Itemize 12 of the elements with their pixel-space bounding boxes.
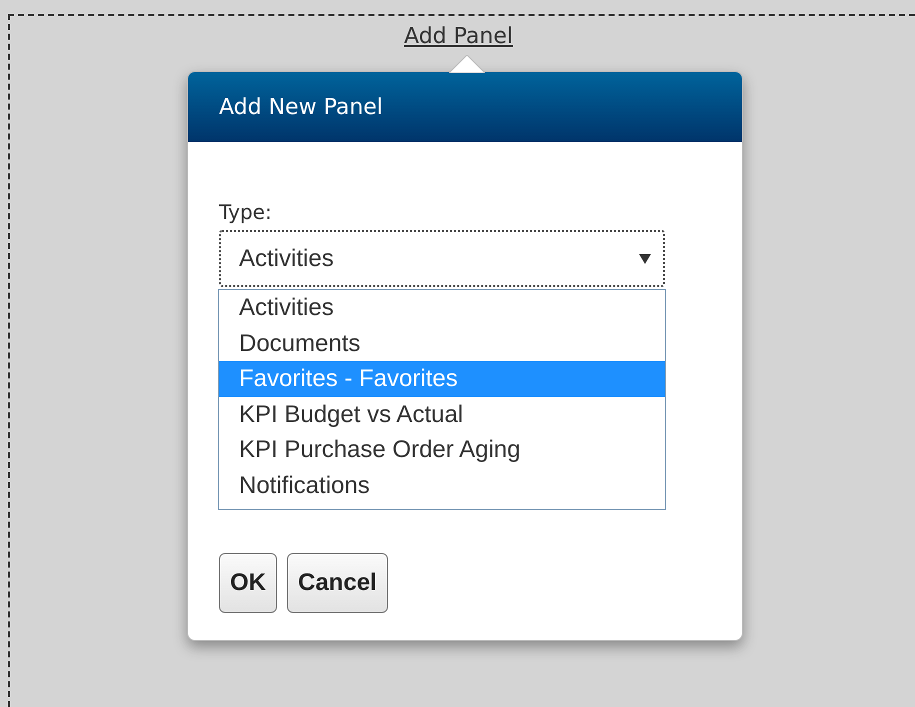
option-item[interactable]: Notifications bbox=[219, 468, 665, 503]
type-select[interactable]: Activities bbox=[219, 230, 665, 287]
option-item[interactable]: KPI Purchase Order Aging bbox=[219, 432, 665, 468]
dialog-button[interactable]: OK bbox=[219, 553, 277, 613]
dialog-title: Add New Panel bbox=[219, 94, 383, 120]
add-panel-link[interactable]: Add Panel bbox=[404, 24, 513, 49]
option-item[interactable]: Activities bbox=[219, 290, 665, 326]
dialog-button[interactable]: Cancel bbox=[287, 553, 388, 613]
type-label: Type: bbox=[219, 200, 272, 224]
caret-icon bbox=[639, 254, 651, 264]
option-item[interactable]: Documents bbox=[219, 326, 665, 361]
option-item[interactable]: KPI Budget vs Actual bbox=[219, 396, 665, 432]
